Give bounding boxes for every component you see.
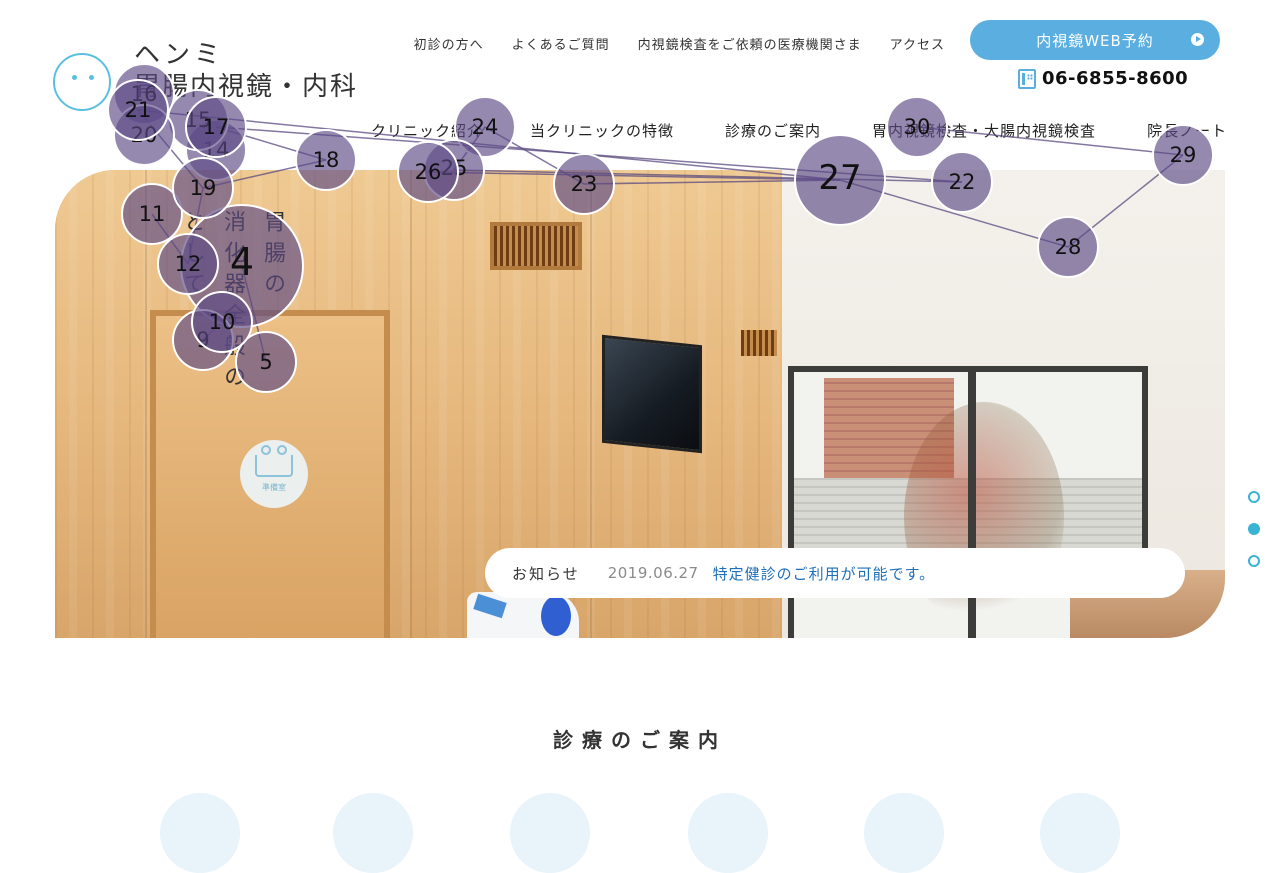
hero-copy-line: 胃腸の <box>260 210 285 303</box>
panel-line <box>145 170 147 638</box>
nav-features[interactable]: 当クリニックの特徴 <box>530 120 674 141</box>
gaze-point-label: 14 <box>203 138 230 162</box>
window-mullion <box>968 372 976 638</box>
badge-label: 準備室 <box>262 483 286 492</box>
gaze-point-label: 20 <box>131 123 158 147</box>
service-icon-circle[interactable] <box>160 793 240 873</box>
logo-name[interactable]: 胃腸内視鏡・内科 <box>134 66 358 103</box>
service-icon-circle[interactable] <box>510 793 590 873</box>
service-icon-circle[interactable] <box>688 793 768 873</box>
logo-eye-icon <box>89 75 94 80</box>
news-date: 2019.06.27 <box>607 564 699 582</box>
logo-face-icon[interactable] <box>53 53 111 111</box>
util-link-access[interactable]: アクセス <box>890 34 945 53</box>
main-nav: クリニック紹介 当クリニックの特徴 診療のご案内 胃内視鏡検査・大腸内視鏡検査 … <box>371 120 1227 141</box>
hero-vent <box>490 222 582 270</box>
nav-director-note[interactable]: 院長ノート <box>1147 120 1227 141</box>
phone-text: 06-6855-8600 <box>1042 68 1189 89</box>
util-link-faq[interactable]: よくあるご質問 <box>512 34 610 53</box>
gaze-point-label: 17 <box>203 115 230 139</box>
device-screen <box>473 593 507 619</box>
service-icon-circle[interactable] <box>1040 793 1120 873</box>
gaze-point-label: 15 <box>185 108 212 132</box>
hero-tv <box>602 334 702 454</box>
nav-services[interactable]: 診療のご案内 <box>725 120 821 141</box>
hero-bp-monitor <box>467 592 579 638</box>
service-icon-circle[interactable] <box>864 793 944 873</box>
nav-clinic-intro[interactable]: クリニック紹介 <box>371 120 483 141</box>
phone-number[interactable]: 06-6855-8600 <box>1018 68 1188 89</box>
nav-endoscopy[interactable]: 胃内視鏡検査・大腸内視鏡検査 <box>872 120 1096 141</box>
device-cuff <box>541 596 571 636</box>
phone-icon <box>1018 68 1036 89</box>
preparation-room-badge: 準備室 <box>240 440 308 508</box>
gaze-point <box>185 96 247 158</box>
news-bar[interactable]: お知らせ 2019.06.27 特定健診のご利用が可能です。 <box>485 548 1185 598</box>
reservation-label: 内視鏡WEB予約 <box>1036 31 1154 50</box>
news-title-link[interactable]: 特定健診のご利用が可能です。 <box>713 563 936 584</box>
service-icon-circle[interactable] <box>333 793 413 873</box>
utility-nav: 初診の方へ よくあるご質問 内視鏡検査をご依頼の医療機関さま アクセス <box>386 34 945 53</box>
gaze-point-label: 29 <box>1170 143 1197 167</box>
hero-vent-small <box>741 330 777 356</box>
util-link-first-visit[interactable]: 初診の方へ <box>414 34 484 53</box>
hero-copy-line: 消化器全般の <box>220 210 245 396</box>
slider-dot-1[interactable] <box>1248 491 1260 503</box>
web-reservation-button[interactable]: 内視鏡WEB予約 <box>970 20 1220 60</box>
section-title-services: 診療のご案内 <box>553 728 727 752</box>
logo-eye-icon <box>72 75 77 80</box>
panel-line <box>410 170 412 638</box>
waiting-room-icon <box>255 445 293 477</box>
slider-pagination <box>1248 491 1260 587</box>
news-label: お知らせ <box>512 564 580 583</box>
play-arrow-icon <box>1191 33 1204 46</box>
slider-dot-3[interactable] <box>1248 555 1260 567</box>
hero-copy-line: として <box>180 210 205 303</box>
gaze-point-label: 18 <box>313 148 340 172</box>
slider-dot-2[interactable] <box>1248 523 1260 535</box>
util-link-referral[interactable]: 内視鏡検査をご依頼の医療機関さま <box>638 34 862 53</box>
gaze-point <box>113 104 175 166</box>
